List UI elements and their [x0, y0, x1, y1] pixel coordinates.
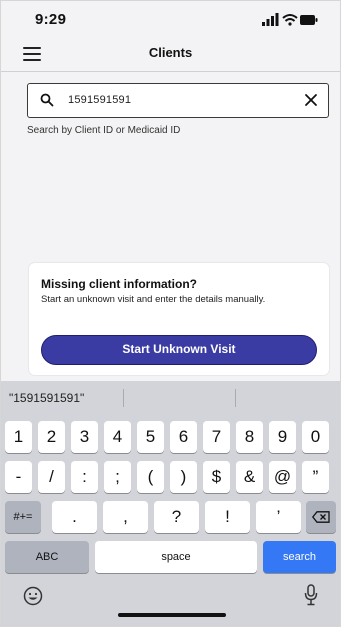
suggestion-divider	[235, 389, 236, 407]
key-at[interactable]: @	[269, 461, 296, 493]
key-5[interactable]: 5	[137, 421, 164, 453]
signal-icon	[262, 13, 279, 26]
clear-icon[interactable]	[304, 93, 318, 107]
status-icons	[262, 13, 318, 26]
search-helper-text: Search by Client ID or Medicaid ID	[27, 125, 181, 136]
key-hyphen[interactable]: -	[5, 461, 32, 493]
key-comma[interactable]: ,	[103, 501, 148, 533]
card-body: Start an unknown visit and enter the det…	[41, 294, 266, 305]
key-6[interactable]: 6	[170, 421, 197, 453]
status-time: 9:29	[35, 11, 67, 28]
key-8[interactable]: 8	[236, 421, 263, 453]
key-7[interactable]: 7	[203, 421, 230, 453]
header-divider	[1, 71, 340, 72]
key-apostrophe[interactable]: ’	[256, 501, 301, 533]
home-indicator	[118, 613, 226, 617]
suggestion-divider	[123, 389, 124, 407]
key-ampersand[interactable]: &	[236, 461, 263, 493]
key-0[interactable]: 0	[302, 421, 329, 453]
key-dollar[interactable]: $	[203, 461, 230, 493]
search-icon	[40, 93, 54, 107]
key-3[interactable]: 3	[71, 421, 98, 453]
search-input[interactable]: 1591591591	[27, 83, 329, 118]
key-delete[interactable]	[306, 501, 336, 533]
key-close-paren[interactable]: )	[170, 461, 197, 493]
key-question[interactable]: ?	[154, 501, 199, 533]
key-exclamation[interactable]: !	[205, 501, 250, 533]
phone-screen: 9:29 Clients 1591591591 Search by Client…	[0, 0, 341, 627]
key-colon[interactable]: :	[71, 461, 98, 493]
key-search[interactable]: search	[263, 541, 336, 573]
missing-client-card: Missing client information? Start an unk…	[29, 263, 329, 375]
key-1[interactable]: 1	[5, 421, 32, 453]
status-bar: 9:29	[1, 1, 340, 39]
key-slash[interactable]: /	[38, 461, 65, 493]
key-9[interactable]: 9	[269, 421, 296, 453]
suggestion-item[interactable]: "1591591591"	[9, 391, 84, 405]
key-semicolon[interactable]: ;	[104, 461, 131, 493]
nav-bar: Clients	[1, 39, 340, 69]
card-title: Missing client information?	[41, 277, 198, 291]
key-abc[interactable]: ABC	[5, 541, 89, 573]
key-quote[interactable]: ”	[302, 461, 329, 493]
emoji-icon[interactable]	[23, 586, 43, 606]
key-2[interactable]: 2	[38, 421, 65, 453]
key-open-paren[interactable]: (	[137, 461, 164, 493]
wifi-icon	[282, 14, 298, 26]
key-4[interactable]: 4	[104, 421, 131, 453]
search-input-value: 1591591591	[68, 94, 132, 106]
key-space[interactable]: space	[95, 541, 257, 573]
backspace-icon	[311, 511, 330, 523]
page-title: Clients	[148, 45, 193, 60]
start-unknown-visit-button[interactable]: Start Unknown Visit	[41, 335, 317, 365]
battery-icon	[300, 15, 318, 25]
keyboard: "1591591591" 1 2 3 4 5 6 7 8 9 0 - / : ;…	[1, 381, 340, 626]
microphone-icon[interactable]	[304, 584, 318, 606]
suggestion-bar: "1591591591"	[1, 381, 340, 415]
key-more-symbols[interactable]: #+=	[5, 501, 41, 533]
key-period[interactable]: .	[52, 501, 97, 533]
